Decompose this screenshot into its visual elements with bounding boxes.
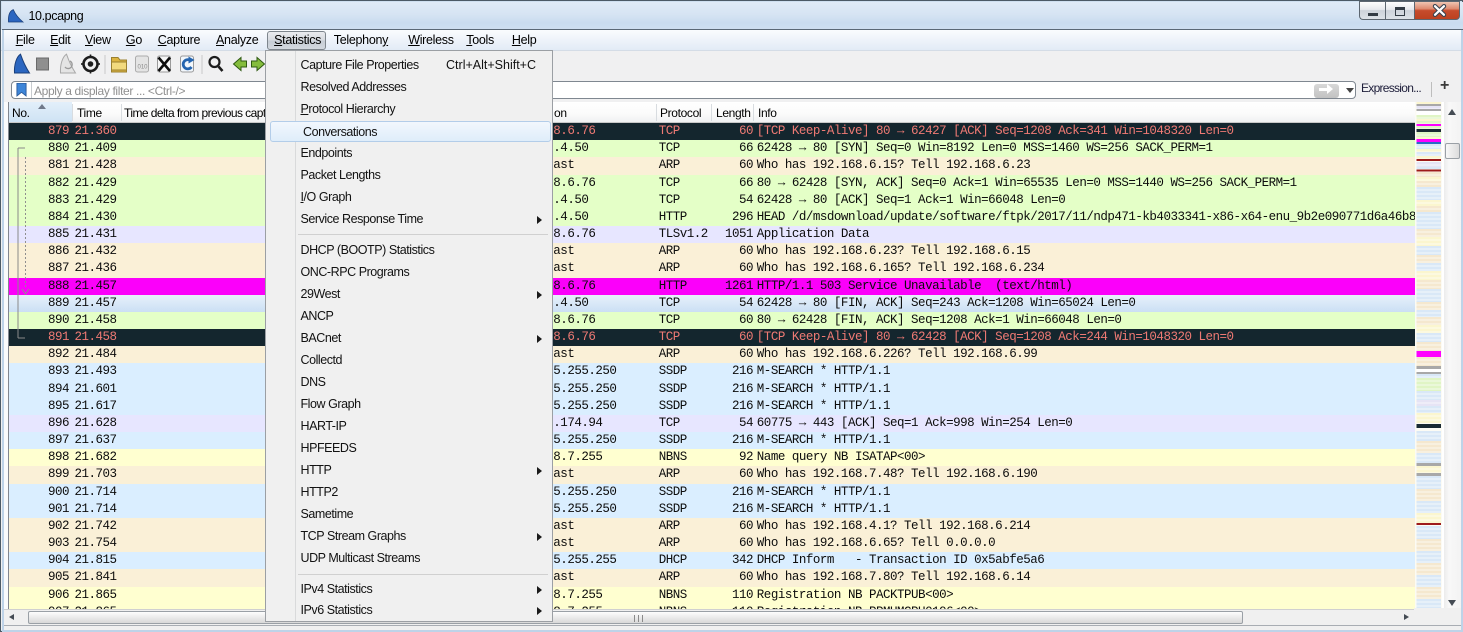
svg-text:010: 010 — [138, 65, 149, 71]
